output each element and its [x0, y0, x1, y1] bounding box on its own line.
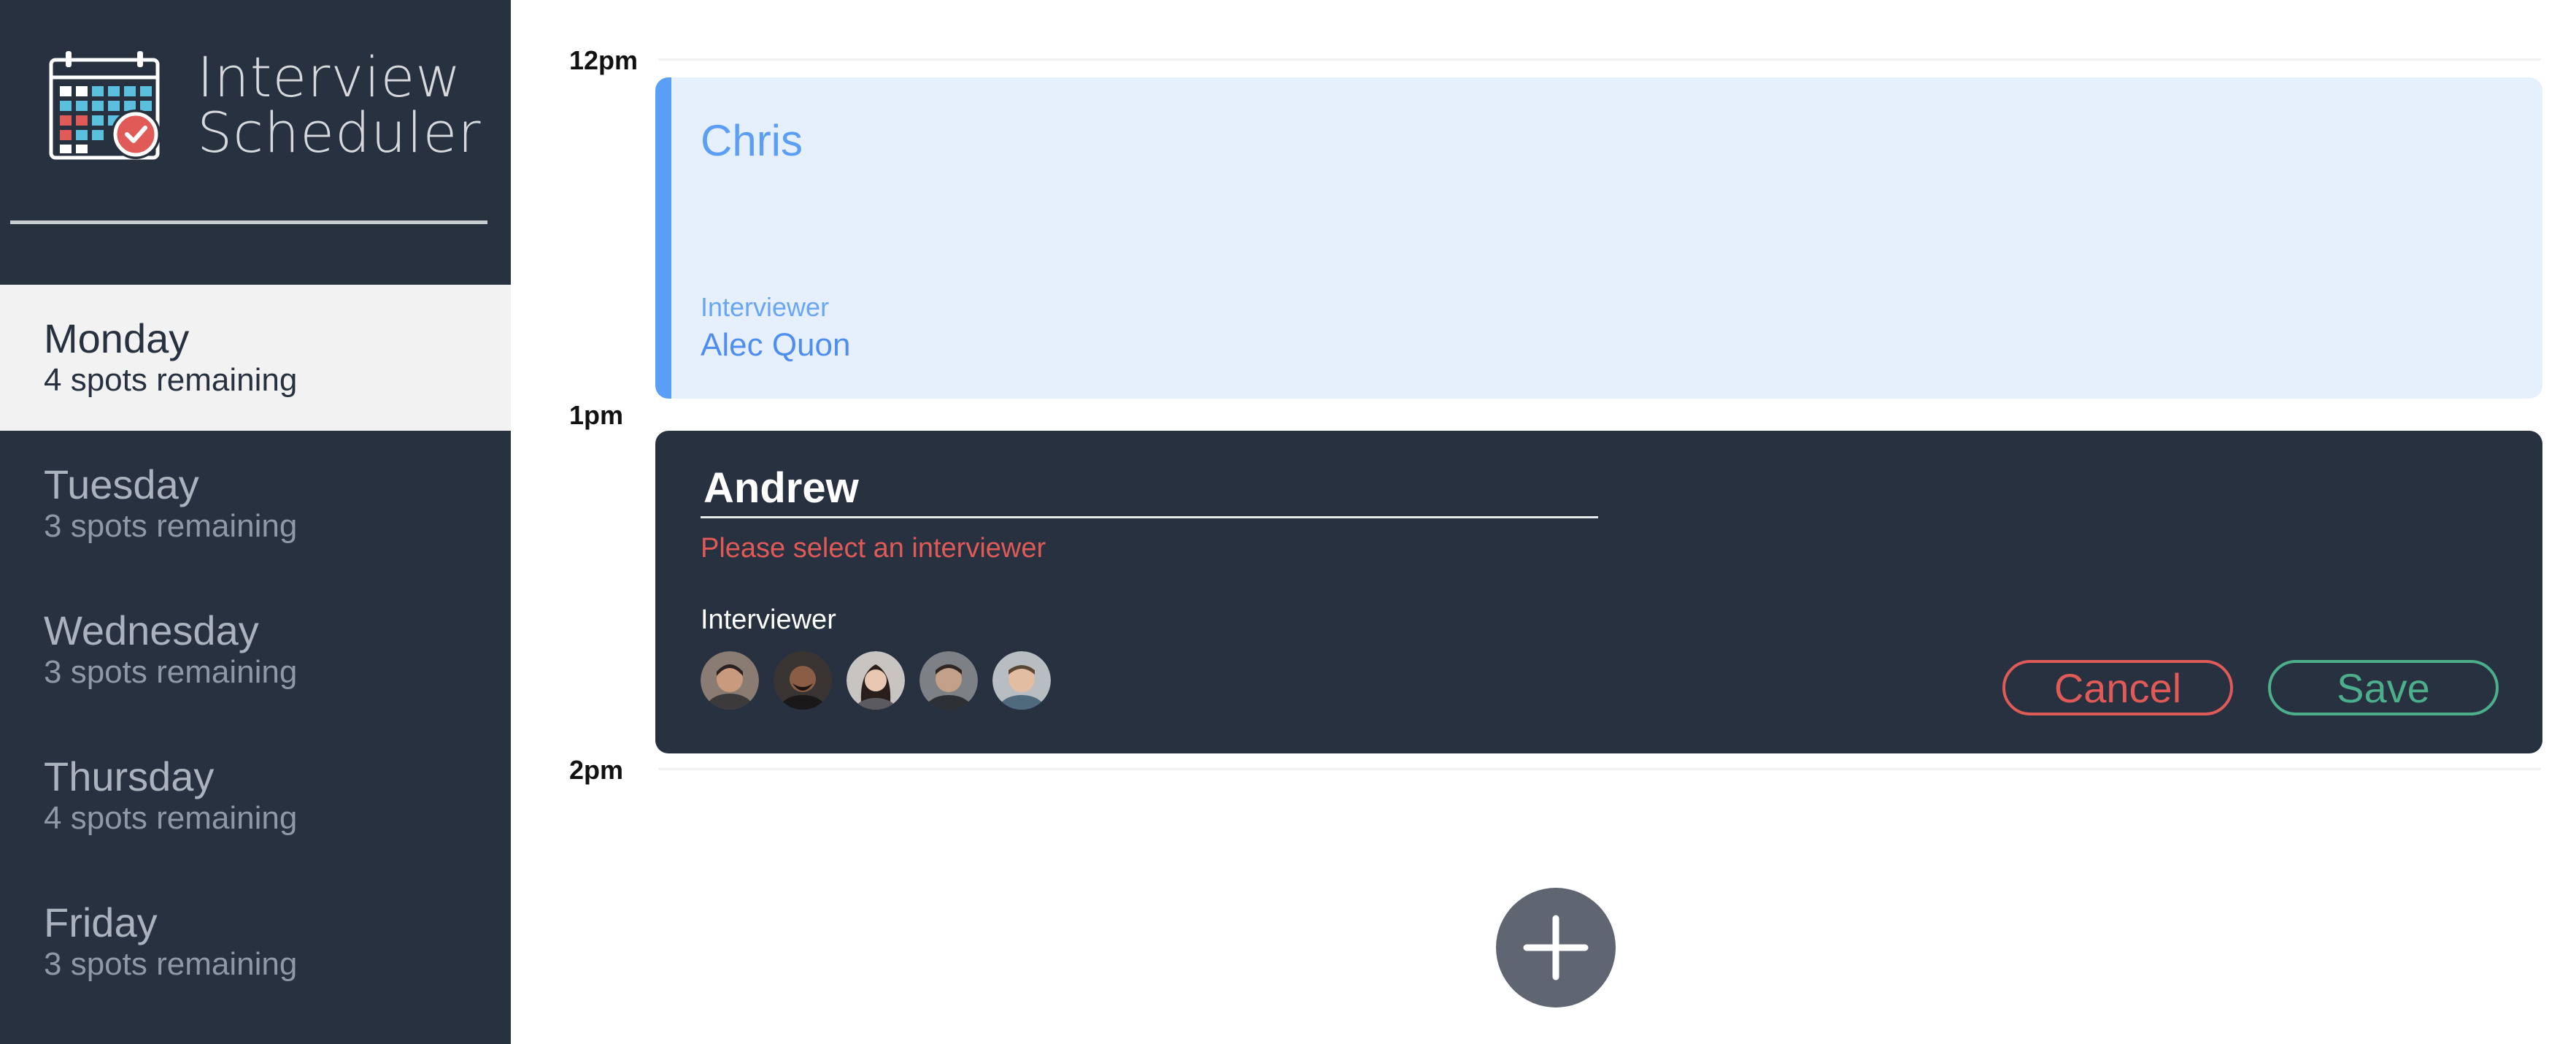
cancel-button[interactable]: Cancel [2002, 660, 2233, 715]
day-list: Monday 4 spots remaining Tuesday 3 spots… [0, 285, 511, 1015]
sidebar: Interview Scheduler Monday 4 spots remai… [0, 0, 511, 1044]
sidebar-divider [10, 220, 487, 224]
app-title: Interview Scheduler [197, 50, 481, 161]
day-name: Wednesday [44, 607, 259, 653]
appointment-form: Please select an interviewer Interviewer [655, 431, 2542, 753]
interviewer-avatar[interactable] [701, 651, 759, 710]
app-title-line2: Scheduler [197, 100, 482, 165]
day-spots: 3 spots remaining [44, 946, 298, 982]
validation-message: Please select an interviewer [701, 533, 1046, 564]
time-divider [658, 58, 2541, 61]
time-label-2pm: 2pm [569, 755, 624, 785]
app-title-line1: Interview [197, 45, 462, 110]
student-name-input[interactable] [701, 460, 1598, 518]
interviewer-avatar[interactable] [847, 651, 905, 710]
day-item-thursday[interactable]: Thursday 4 spots remaining [0, 723, 511, 869]
appointment-student: Chris [701, 116, 803, 165]
plus-icon [1523, 915, 1589, 980]
interviewer-avatar[interactable] [919, 651, 978, 710]
interviewer-avatar[interactable] [992, 651, 1051, 710]
day-item-monday[interactable]: Monday 4 spots remaining [0, 285, 511, 431]
day-item-tuesday[interactable]: Tuesday 3 spots remaining [0, 431, 511, 577]
time-label-12pm: 12pm [569, 45, 639, 75]
appointment-accent [655, 77, 671, 399]
interviewer-list [701, 651, 1065, 710]
day-item-friday[interactable]: Friday 3 spots remaining [0, 869, 511, 1015]
day-spots: 4 spots remaining [44, 362, 298, 398]
day-name: Friday [44, 899, 158, 945]
time-divider [658, 768, 2541, 770]
add-appointment-button[interactable] [1496, 888, 1616, 1007]
appointment-interviewer-label: Interviewer [701, 292, 830, 322]
day-item-wednesday[interactable]: Wednesday 3 spots remaining [0, 577, 511, 723]
interviewer-avatar[interactable] [774, 651, 832, 710]
calendar-check-icon [49, 51, 161, 160]
day-name: Thursday [44, 753, 215, 799]
appointment-card[interactable]: Chris Interviewer Alec Quon [655, 77, 2542, 399]
interviewer-list-label: Interviewer [701, 604, 836, 635]
save-button[interactable]: Save [2268, 660, 2499, 715]
time-label-1pm: 1pm [569, 400, 624, 430]
day-name: Tuesday [44, 461, 199, 507]
day-spots: 3 spots remaining [44, 508, 298, 544]
day-spots: 3 spots remaining [44, 654, 298, 690]
app-logo: Interview Scheduler [47, 48, 481, 162]
day-name: Monday [44, 315, 190, 361]
appointment-interviewer-name: Alec Quon [701, 327, 851, 363]
day-spots: 4 spots remaining [44, 800, 298, 836]
